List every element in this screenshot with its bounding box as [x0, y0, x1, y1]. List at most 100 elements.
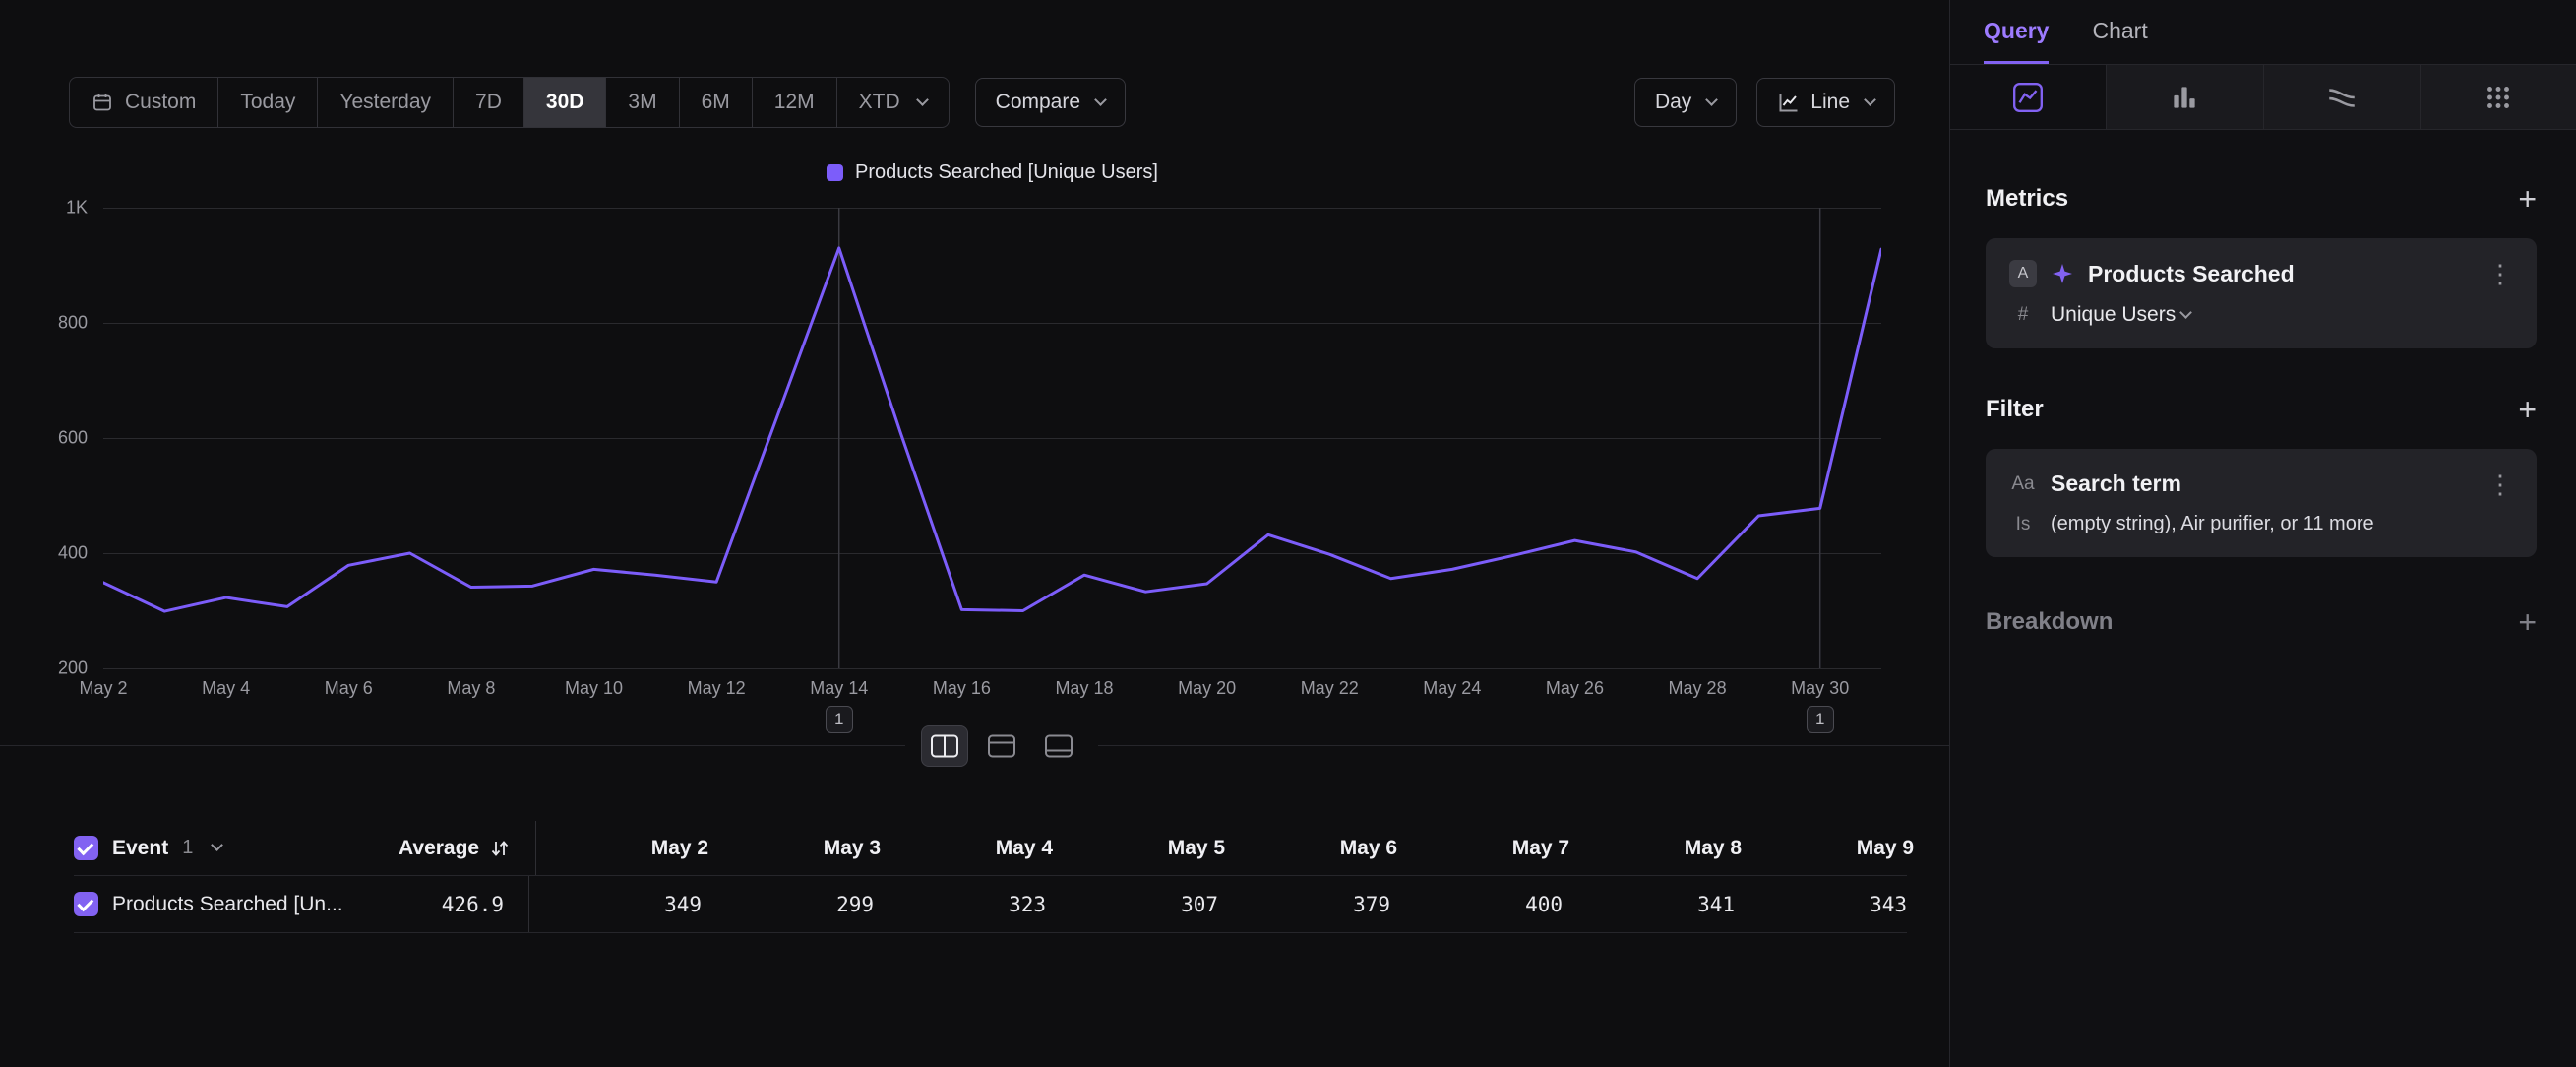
day-value: 349 — [529, 893, 702, 916]
chart-type-dropdown[interactable]: Line — [1756, 78, 1895, 127]
x-axis-label: May 26 — [1546, 678, 1604, 699]
chart-legend: Products Searched [Unique Users] — [103, 161, 1881, 184]
event-header-label[interactable]: Event — [112, 837, 168, 860]
chevron-down-icon — [1864, 94, 1876, 106]
calendar-icon — [92, 92, 113, 113]
date-range-12m-button[interactable]: 12M — [752, 78, 836, 127]
legend-label: Products Searched [Unique Users] — [855, 161, 1158, 184]
day-column-header: May 9 — [1742, 837, 1914, 860]
day-value: 343 — [1735, 893, 1907, 916]
table-row[interactable]: Products Searched [Un... 426.9 349 299 3… — [74, 876, 1907, 933]
chart-plot: 2004006008001K — [103, 208, 1881, 668]
metric-kebab-menu[interactable]: ⋮ — [2487, 261, 2513, 286]
layout-toggle-group — [905, 724, 1098, 768]
filter-operator: Is — [2009, 514, 2037, 535]
y-axis-label: 200 — [58, 659, 88, 679]
date-range-today-button[interactable]: Today — [217, 78, 317, 127]
annotation-badge[interactable]: 1 — [826, 706, 853, 733]
series-line[interactable] — [103, 248, 1881, 611]
x-axis-label: May 10 — [565, 678, 623, 699]
filter-type-badge: Aa — [2009, 473, 2037, 495]
add-metric-button[interactable]: + — [2518, 183, 2537, 215]
filter-value[interactable]: (empty string), Air purifier, or 11 more — [2051, 513, 2374, 535]
date-range-label: Yesterday — [339, 91, 431, 114]
visualization-tabs — [1950, 65, 2576, 130]
date-range-label: 3M — [628, 91, 656, 114]
date-range-custom-button[interactable]: Custom — [70, 78, 217, 127]
day-column-header: May 8 — [1569, 837, 1742, 860]
x-axis-label: May 20 — [1178, 678, 1236, 699]
filter-kebab-menu[interactable]: ⋮ — [2487, 471, 2513, 497]
event-sparkle-icon — [2051, 262, 2074, 285]
sort-icon[interactable] — [489, 838, 511, 859]
day-column-header: May 2 — [536, 837, 708, 860]
annotation-badge[interactable]: 1 — [1807, 706, 1834, 733]
select-all-checkbox[interactable] — [74, 836, 98, 860]
chevron-down-icon — [1094, 94, 1107, 106]
table-header-row: Event 1 Average May 2 May 3 May 4 May 5 — [74, 821, 1907, 876]
tab-query[interactable]: Query — [1984, 0, 2049, 64]
average-header-label: Average — [399, 837, 479, 860]
chevron-down-icon — [1705, 94, 1718, 106]
day-value: 299 — [702, 893, 874, 916]
day-column-header: May 3 — [708, 837, 881, 860]
layout-bottom-icon — [1044, 733, 1073, 759]
chevron-down-icon[interactable] — [211, 839, 223, 851]
chevron-down-icon — [2179, 306, 2192, 319]
y-axis-label: 600 — [58, 428, 88, 449]
day-column-header: May 6 — [1225, 837, 1397, 860]
viz-tab-metric-grid[interactable] — [2420, 65, 2576, 129]
date-range-xtd-button[interactable]: XTD — [836, 78, 949, 127]
day-column-header: May 5 — [1053, 837, 1225, 860]
layout-toggle-bottom-button[interactable] — [1035, 725, 1082, 767]
layout-toggle-split-button[interactable] — [921, 725, 968, 767]
date-range-6m-button[interactable]: 6M — [679, 78, 752, 127]
x-axis-label: May 28 — [1669, 678, 1727, 699]
viz-tab-flows[interactable] — [2263, 65, 2420, 129]
legend-item[interactable]: Products Searched [Unique Users] — [827, 161, 1158, 184]
metric-card[interactable]: A Products Searched ⋮ # Unique Users — [1986, 238, 2537, 348]
date-range-segmented-control: Custom Today Yesterday 7D 30D 3M 6M 12M … — [69, 77, 950, 128]
viz-tab-bar-chart[interactable] — [2106, 65, 2262, 129]
chart-line-svg[interactable] — [103, 208, 1881, 668]
series-name: Products Searched [Un... — [112, 893, 343, 916]
line-chart-icon — [1777, 91, 1801, 114]
date-range-label: 6M — [702, 91, 730, 114]
results-table: Event 1 Average May 2 May 3 May 4 May 5 — [74, 821, 1907, 933]
layout-toggle-top-button[interactable] — [978, 725, 1025, 767]
x-axis-label: May 4 — [202, 678, 250, 699]
date-range-yesterday-button[interactable]: Yesterday — [317, 78, 453, 127]
table-section: Event 1 Average May 2 May 3 May 4 May 5 — [0, 745, 1949, 1051]
add-filter-button[interactable]: + — [2518, 394, 2537, 425]
x-axis-label: May 14 — [810, 678, 868, 699]
day-value: 323 — [874, 893, 1046, 916]
aggregation-dropdown[interactable]: Unique Users — [2051, 303, 2190, 327]
filter-card[interactable]: Aa Search term ⋮ Is (empty string), Air … — [1986, 449, 2537, 557]
tab-chart[interactable]: Chart — [2092, 0, 2147, 64]
x-axis-label: May 6 — [325, 678, 373, 699]
average-value: 426.9 — [442, 893, 504, 916]
granularity-dropdown[interactable]: Day — [1634, 78, 1737, 127]
x-axis-labels: May 2May 4May 6May 8May 10May 12May 14Ma… — [103, 668, 1881, 702]
date-range-label: 12M — [774, 91, 815, 114]
date-range-30d-button[interactable]: 30D — [523, 78, 606, 127]
filter-property-name: Search term — [2051, 471, 2181, 497]
aggregation-symbol: # — [2009, 304, 2037, 326]
viz-tab-line-chart[interactable] — [1950, 65, 2106, 129]
row-checkbox[interactable] — [74, 892, 98, 916]
query-sidebar: Query Chart — [1949, 0, 2576, 1067]
date-range-label: XTD — [859, 91, 900, 114]
date-range-label: 7D — [475, 91, 502, 114]
compare-button[interactable]: Compare — [975, 78, 1126, 127]
layout-top-icon — [987, 733, 1016, 759]
x-axis-label: May 22 — [1301, 678, 1359, 699]
date-range-label: Custom — [125, 91, 196, 114]
day-value: 400 — [1390, 893, 1563, 916]
date-range-7d-button[interactable]: 7D — [453, 78, 523, 127]
filter-heading: Filter — [1986, 396, 2044, 423]
date-range-3m-button[interactable]: 3M — [605, 78, 678, 127]
chevron-down-icon — [916, 94, 929, 106]
add-breakdown-button[interactable]: + — [2518, 606, 2537, 638]
y-axis-label: 400 — [58, 543, 88, 564]
date-range-label: Today — [240, 91, 295, 114]
